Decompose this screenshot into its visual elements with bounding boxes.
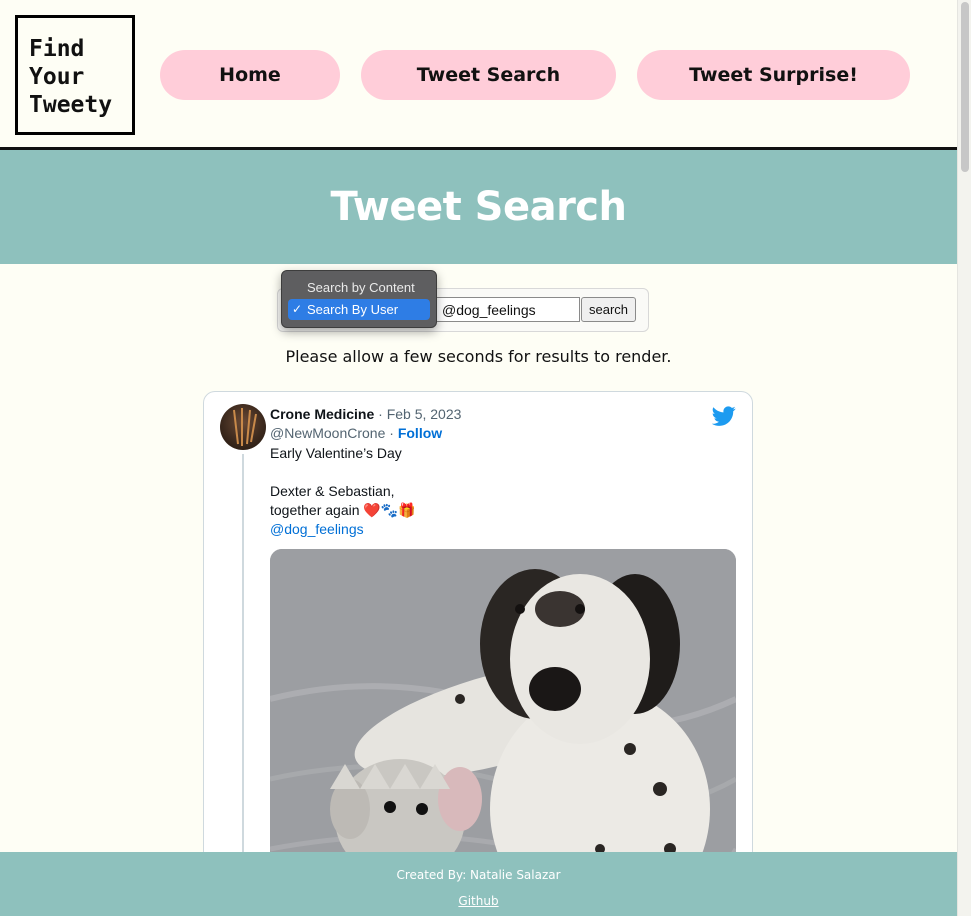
handle-separator: ·	[385, 425, 398, 441]
tweet-author[interactable]: Crone Medicine · Feb 5, 2023	[270, 406, 461, 422]
tweet-line: Dexter & Sebastian,	[270, 483, 395, 499]
tweet-line: Early Valentine’s Day	[270, 445, 402, 461]
search-button[interactable]: search	[581, 297, 636, 322]
github-link[interactable]: Github	[0, 894, 957, 908]
tweet-line	[270, 463, 730, 482]
tweet-mention-link[interactable]: @dog_feelings	[270, 521, 364, 537]
tweet-handle[interactable]: @NewMoonCrone	[270, 425, 385, 441]
site-footer: Created By: Natalie Salazar Github	[0, 852, 957, 916]
logo-text: Find Your Tweety	[29, 36, 113, 118]
avatar[interactable]	[220, 404, 266, 450]
search-option-content-label: Search by Content	[307, 280, 415, 295]
search-option-user[interactable]: ✓ Search By User	[288, 299, 430, 320]
page-banner: Tweet Search	[0, 150, 957, 264]
tweet-date[interactable]: · Feb 5, 2023	[374, 406, 461, 422]
tweet-text: Early Valentine’s Day Dexter & Sebastian…	[270, 444, 730, 539]
follow-link[interactable]: Follow	[398, 425, 442, 441]
footer-credit: Created By: Natalie Salazar	[396, 868, 561, 882]
nav-home-button[interactable]: Home	[160, 50, 340, 100]
twitter-bird-icon[interactable]	[712, 404, 736, 428]
tweet-author-name[interactable]: Crone Medicine	[270, 406, 374, 422]
search-option-content[interactable]: Search by Content	[288, 277, 430, 298]
tweet-handle-row: @NewMoonCrone · Follow	[270, 425, 442, 441]
search-input[interactable]	[436, 297, 580, 322]
nav-tweet-surprise-button[interactable]: Tweet Surprise!	[637, 50, 910, 100]
search-option-user-label: Search By User	[307, 302, 399, 317]
scrollbar-thumb[interactable]	[961, 2, 969, 172]
page-scrollbar[interactable]	[957, 0, 971, 916]
search-type-dropdown[interactable]: Search by Content ✓ Search By User	[281, 270, 437, 328]
render-note: Please allow a few seconds for results t…	[285, 347, 672, 366]
page-title: Tweet Search	[330, 184, 628, 230]
site-logo[interactable]: Find Your Tweety	[15, 15, 135, 135]
checkmark-icon: ✓	[292, 302, 303, 316]
tweet-line: together again ❤️🐾🎁	[270, 502, 416, 518]
nav-tweet-search-button[interactable]: Tweet Search	[361, 50, 616, 100]
thread-line	[242, 454, 244, 912]
tweet-embed[interactable]: Crone Medicine · Feb 5, 2023 @NewMoonCro…	[203, 391, 753, 913]
